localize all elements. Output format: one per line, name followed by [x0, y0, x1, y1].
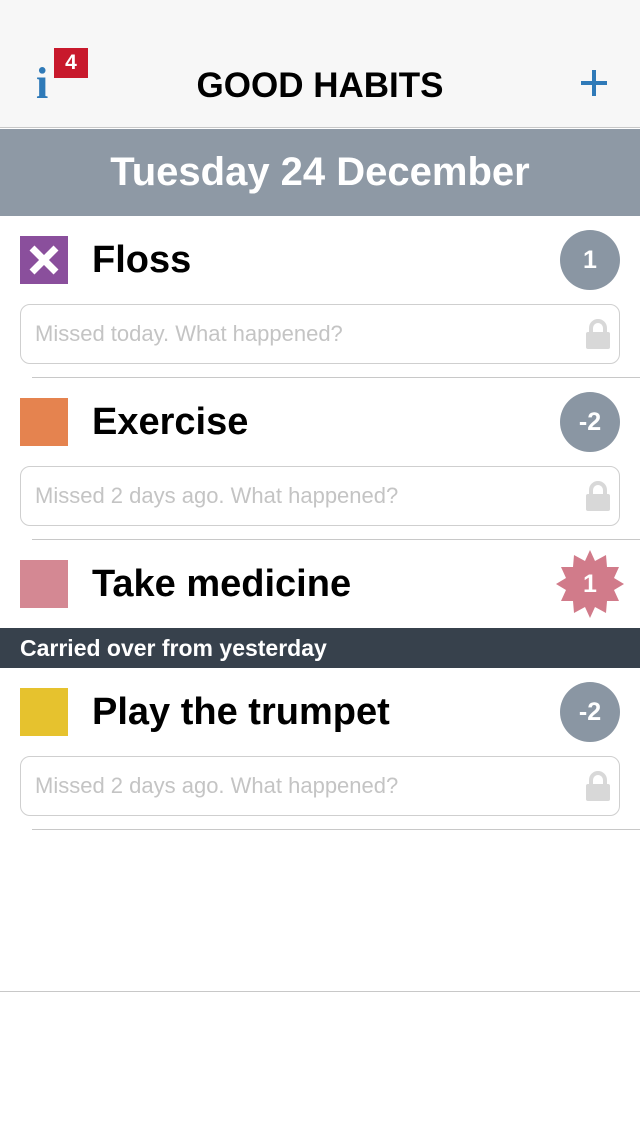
section-header-label: Carried over from yesterday [20, 635, 327, 661]
streak-badge: -2 [560, 392, 620, 452]
habit-checkbox-floss[interactable] [20, 236, 68, 284]
lock-icon [586, 319, 610, 349]
notification-badge: 4 [54, 48, 88, 78]
add-habit-button[interactable] [570, 60, 618, 108]
note-input[interactable] [21, 757, 571, 815]
divider [0, 991, 640, 992]
lock-icon [586, 771, 610, 801]
habit-name: Exercise [92, 401, 249, 443]
habit-row-play-the-trumpet[interactable]: Play the trumpet -2 [0, 668, 640, 830]
streak-value: 1 [583, 570, 597, 598]
habit-row-take-medicine[interactable]: Take medicine 1 [0, 540, 640, 628]
habit-row-floss[interactable]: Floss 1 [0, 216, 640, 378]
streak-badge: -2 [560, 682, 620, 742]
lock-icon [586, 481, 610, 511]
page-title: GOOD HABITS [196, 66, 444, 105]
section-header-carried-over: Carried over from yesterday [0, 628, 640, 668]
streak-badge: 1 [560, 230, 620, 290]
habit-name: Play the trumpet [92, 691, 390, 733]
habit-row-exercise[interactable]: Exercise -2 [0, 378, 640, 540]
habit-checkbox-take-medicine[interactable] [20, 560, 68, 608]
note-field[interactable] [20, 304, 620, 364]
habit-name: Take medicine [92, 563, 352, 605]
habit-checkbox-play-the-trumpet[interactable] [20, 688, 68, 736]
info-icon: i [36, 59, 49, 108]
note-field[interactable] [20, 756, 620, 816]
note-field[interactable] [20, 466, 620, 526]
divider [32, 829, 640, 830]
note-input[interactable] [21, 467, 571, 525]
habit-name: Floss [92, 239, 192, 281]
missed-x-icon [20, 236, 68, 284]
info-button[interactable]: i 4 [22, 48, 94, 108]
date-label: Tuesday 24 December [110, 150, 530, 194]
streak-starburst-badge: 1 [554, 548, 626, 620]
navigation-bar: i 4 GOOD HABITS [0, 0, 640, 128]
note-input[interactable] [21, 305, 571, 363]
habit-checkbox-exercise[interactable] [20, 398, 68, 446]
date-banner: Tuesday 24 December [0, 129, 640, 216]
